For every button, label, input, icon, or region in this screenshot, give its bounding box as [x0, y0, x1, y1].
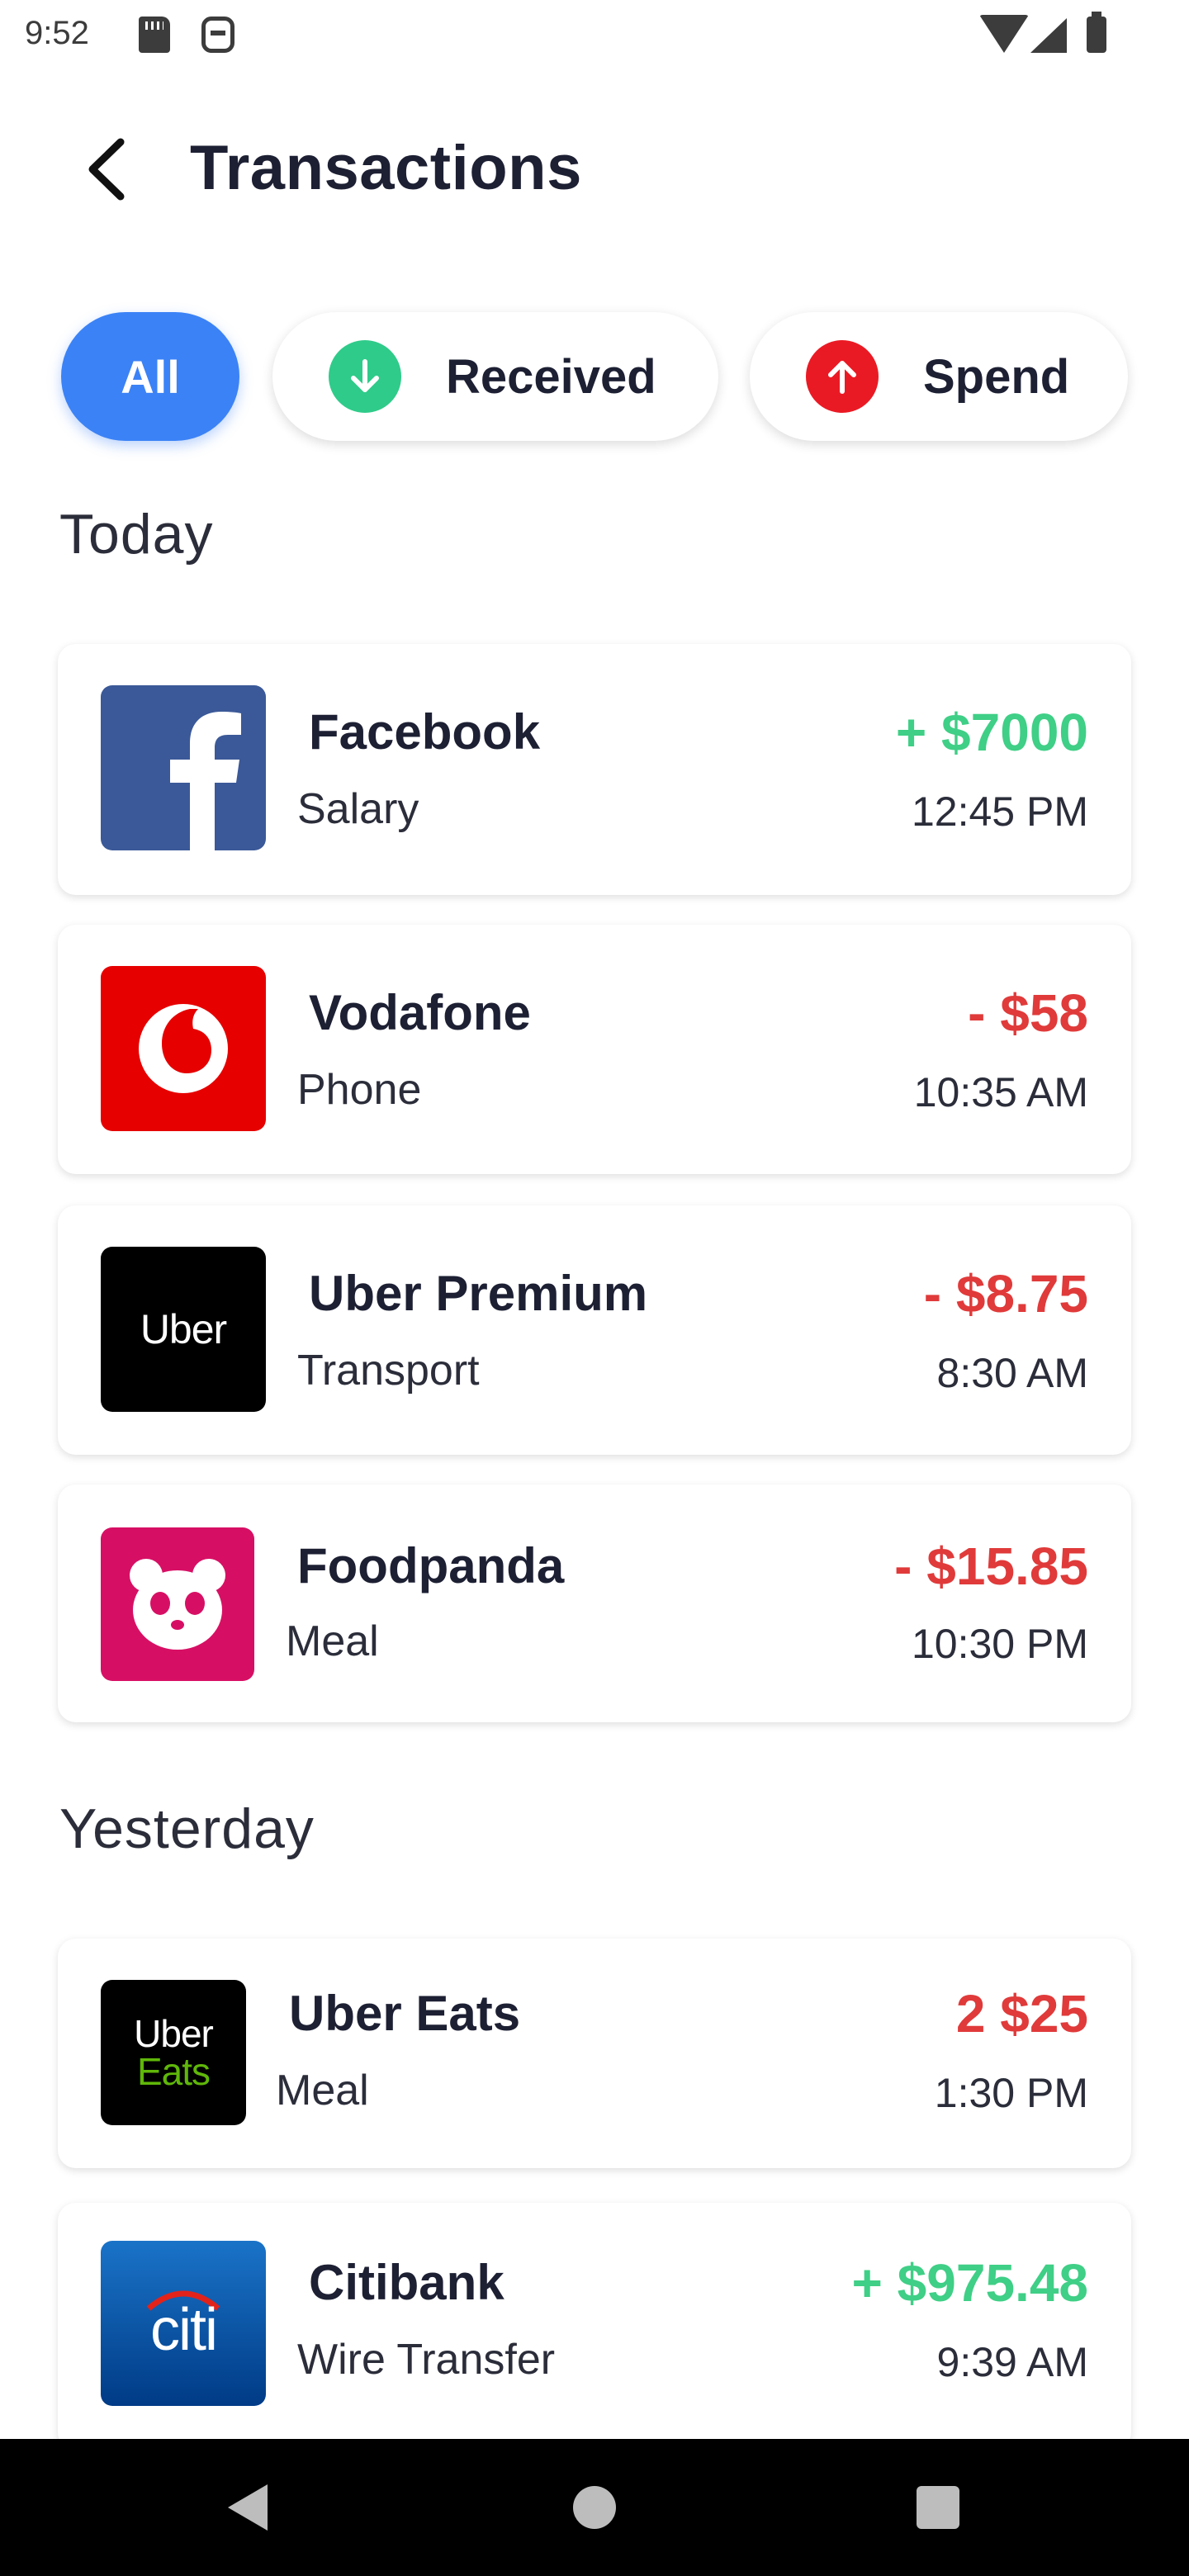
transaction-name: Vodafone — [309, 985, 531, 1040]
transaction-card-facebook[interactable]: Facebook Salary + $7000 12:45 PM — [58, 644, 1131, 895]
transaction-name: Uber Eats — [289, 1986, 521, 2041]
arrow-down-icon — [329, 340, 401, 413]
status-time: 9:52 — [25, 15, 89, 51]
vpn-icon — [201, 17, 234, 53]
transaction-category: Meal — [276, 2067, 369, 2114]
transaction-time: 9:39 AM — [936, 2339, 1088, 2385]
uber-eats-logo: Uber Eats — [101, 1980, 246, 2125]
foodpanda-logo — [101, 1527, 254, 1681]
recents-nav-icon[interactable] — [872, 2439, 1004, 2576]
transaction-card-uber-premium[interactable]: Uber Uber Premium Transport - $8.75 8:30… — [58, 1205, 1131, 1455]
transaction-card-citibank[interactable]: citi Citibank Wire Transfer + $975.48 9:… — [58, 2203, 1131, 2451]
battery-icon — [1087, 12, 1106, 53]
transaction-time: 10:30 PM — [911, 1621, 1088, 1667]
transaction-name: Facebook — [309, 704, 541, 760]
transaction-time: 1:30 PM — [934, 2070, 1088, 2116]
transaction-category: Meal — [286, 1617, 379, 1665]
back-button[interactable] — [74, 132, 140, 206]
transaction-name: Citibank — [309, 2255, 504, 2310]
transaction-amount: - $8.75 — [923, 1264, 1088, 1324]
filter-all-chip[interactable]: All — [61, 312, 239, 441]
citibank-logo-text: citi — [150, 2297, 218, 2363]
transaction-amount: - $15.85 — [894, 1537, 1088, 1596]
uber-eats-logo-text-2: Eats — [136, 2050, 211, 2093]
signal-icon — [1030, 18, 1067, 53]
transaction-card-uber-eats[interactable]: Uber Eats Uber Eats Meal 2 $25 1:30 PM — [58, 1939, 1131, 2168]
page-title: Transactions — [190, 133, 582, 203]
chevron-left-icon — [88, 138, 125, 201]
home-nav-icon[interactable] — [528, 2439, 661, 2576]
citibank-logo: citi — [101, 2241, 266, 2406]
transaction-amount: - $58 — [968, 983, 1088, 1043]
transaction-name: Foodpanda — [297, 1538, 565, 1593]
transaction-amount: + $7000 — [895, 703, 1088, 762]
transaction-category: Wire Transfer — [297, 2336, 556, 2384]
status-bar: 9:52 — [0, 0, 1189, 73]
transaction-time: 12:45 PM — [911, 788, 1088, 835]
filter-received-label: Received — [446, 349, 656, 404]
transaction-time: 8:30 AM — [936, 1350, 1088, 1396]
vodafone-logo — [101, 966, 266, 1131]
uber-logo: Uber — [101, 1247, 266, 1412]
section-heading-yesterday: Yesterday — [59, 1797, 315, 1860]
uber-eats-logo-text-1: Uber — [134, 2012, 214, 2055]
transaction-amount: + $975.48 — [851, 2253, 1089, 2313]
transaction-card-vodafone[interactable]: Vodafone Phone - $58 10:35 AM — [58, 925, 1131, 1174]
back-nav-icon[interactable] — [182, 2439, 314, 2576]
section-heading-today: Today — [59, 503, 214, 566]
sd-card-icon — [139, 17, 170, 53]
filter-received-chip[interactable]: Received — [272, 312, 718, 441]
transaction-amount: 2 $25 — [955, 1984, 1088, 2043]
transaction-card-foodpanda[interactable]: Foodpanda Meal - $15.85 10:30 PM — [58, 1485, 1131, 1722]
uber-logo-text: Uber — [140, 1306, 227, 1352]
filter-spend-chip[interactable]: Spend — [750, 312, 1128, 441]
system-nav-bar — [0, 2439, 1189, 2576]
wifi-icon — [979, 15, 1029, 53]
filter-spend-label: Spend — [923, 349, 1070, 404]
transaction-category: Transport — [297, 1347, 480, 1395]
transaction-name: Uber Premium — [309, 1266, 648, 1321]
transaction-category: Phone — [297, 1066, 422, 1114]
transaction-category: Salary — [297, 785, 419, 833]
arrow-up-icon — [806, 340, 879, 413]
filter-all-label: All — [121, 350, 180, 403]
transaction-time: 10:35 AM — [913, 1069, 1088, 1115]
facebook-logo — [101, 685, 266, 850]
